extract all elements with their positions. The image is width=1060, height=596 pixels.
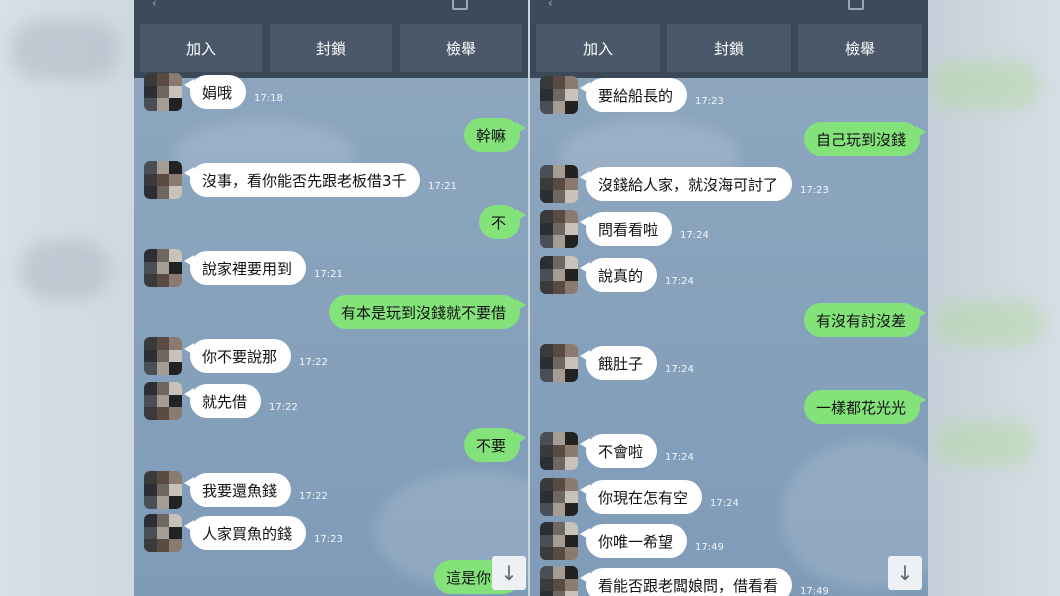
avatar-icon[interactable] [144,337,182,375]
incoming-message-bubble[interactable]: 你現在怎有空 [580,480,702,514]
message-time: 17:24 [680,230,709,241]
message-time: 17:23 [314,534,343,545]
blurred-bg-shape [935,300,1045,346]
message-time: 17:24 [665,364,694,375]
action-bar: 加入 封鎖 檢舉 [134,20,528,78]
avatar-icon[interactable] [540,522,578,560]
avatar-icon[interactable] [144,249,182,287]
incoming-message-bubble[interactable]: 你唯一希望 [580,524,687,558]
incoming-message-bubble[interactable]: 看能否跟老闆娘問，借看看 [580,568,792,596]
incoming-message-bubble[interactable]: 我要還魚錢 [184,473,291,507]
incoming-message-bubble[interactable]: 不會啦 [580,434,657,468]
incoming-message-bubble[interactable]: 你不要說那 [184,339,291,373]
arrow-down-icon: ↓ [896,561,914,585]
action-bar: 加入 封鎖 檢舉 [530,20,928,78]
outgoing-message-bubble[interactable]: 不 [479,205,526,239]
block-button[interactable]: 封鎖 [667,24,791,72]
blurred-bg-shape [935,420,1035,466]
avatar-icon[interactable] [144,382,182,420]
avatar-icon[interactable] [540,566,578,596]
avatar-icon[interactable] [144,161,182,199]
message-time: 17:18 [254,93,283,104]
report-button[interactable]: 檢舉 [798,24,922,72]
message-time: 17:24 [665,276,694,287]
outgoing-message-bubble[interactable]: 有沒有討沒差 [804,303,926,337]
incoming-message-bubble[interactable]: 餓肚子 [580,346,657,380]
incoming-message-bubble[interactable]: 沒事，看你能否先跟老板借3千 [184,163,420,197]
scroll-down-button[interactable]: ↓ [492,556,526,590]
message-time: 17:23 [800,185,829,196]
blurred-bg-shape [20,240,110,300]
outgoing-message-bubble[interactable]: 幹嘛 [464,118,526,152]
block-button[interactable]: 封鎖 [270,24,392,72]
message-time: 17:24 [665,452,694,463]
outgoing-message-bubble[interactable]: 一樣都花光光 [804,390,926,424]
scroll-down-button[interactable]: ↓ [888,556,922,590]
avatar-icon[interactable] [144,514,182,552]
message-time: 17:22 [269,402,298,413]
avatar-icon[interactable] [540,256,578,294]
avatar-icon[interactable] [540,210,578,248]
blurred-bg-shape [930,60,1040,110]
back-icon[interactable]: ‹ [152,0,157,10]
add-friend-button[interactable]: 加入 [536,24,660,72]
incoming-message-bubble[interactable]: 娟哦 [184,75,246,109]
outgoing-message-bubble[interactable]: 自己玩到沒錢 [804,122,926,156]
status-bar: ‹ [530,0,928,20]
menu-icon[interactable] [848,0,864,10]
chat-panel-right: ‹ 加入 封鎖 檢舉 要給船長的17:23已讀17:23自己玩到沒錢沒錢給人家，… [530,0,928,596]
incoming-message-bubble[interactable]: 人家買魚的錢 [184,516,306,550]
message-time: 17:21 [314,269,343,280]
report-button[interactable]: 檢舉 [400,24,522,72]
incoming-message-bubble[interactable]: 說真的 [580,258,657,292]
avatar-icon[interactable] [144,471,182,509]
message-time: 17:49 [800,586,829,596]
outgoing-message-bubble[interactable]: 有本是玩到沒錢就不要借 [329,295,526,329]
outgoing-message-bubble[interactable]: 不要 [464,428,526,462]
avatar-icon[interactable] [540,76,578,114]
blurred-bg-shape [10,20,120,80]
avatar-icon[interactable] [540,165,578,203]
add-friend-button[interactable]: 加入 [140,24,262,72]
message-time: 17:49 [695,542,724,553]
message-time: 17:24 [710,498,739,509]
status-bar: ‹ [134,0,528,20]
avatar-icon[interactable] [540,432,578,470]
incoming-message-bubble[interactable]: 就先借 [184,384,261,418]
incoming-message-bubble[interactable]: 沒錢給人家，就沒海可討了 [580,167,792,201]
arrow-down-icon: ↓ [500,561,518,585]
avatar-icon[interactable] [540,344,578,382]
message-time: 17:22 [299,357,328,368]
message-time: 17:21 [428,181,457,192]
avatar-icon[interactable] [540,478,578,516]
back-icon[interactable]: ‹ [548,0,553,10]
chat-panel-left: ‹ 加入 封鎖 檢舉 娟哦17:18已讀17:20幹嘛沒事，看你能否先跟老板借3… [134,0,528,596]
incoming-message-bubble[interactable]: 說家裡要用到 [184,251,306,285]
incoming-message-bubble[interactable]: 要給船長的 [580,78,687,112]
message-time: 17:22 [299,491,328,502]
avatar-icon[interactable] [144,73,182,111]
menu-icon[interactable] [452,0,468,10]
message-time: 17:23 [695,96,724,107]
incoming-message-bubble[interactable]: 問看看啦 [580,212,672,246]
